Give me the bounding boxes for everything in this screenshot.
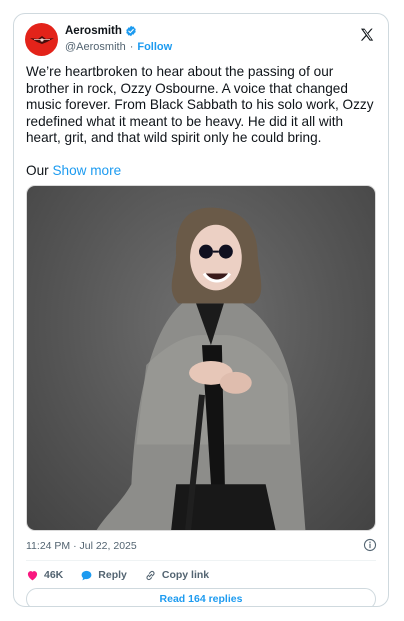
copy-link-label: Copy link: [161, 569, 210, 581]
separator-dot: ·: [129, 41, 134, 53]
verified-badge-icon: [126, 25, 136, 37]
reply-bubble-icon: [81, 570, 92, 580]
author-handle[interactable]: @Aerosmith: [65, 41, 126, 53]
like-count: 46K: [44, 569, 64, 581]
tweet-card: Aerosmith @Aerosmith · Follow We’re hear…: [13, 13, 389, 607]
author-display-name[interactable]: Aerosmith: [65, 25, 122, 37]
tweet-body: We’re heartbroken to hear about the pass…: [26, 64, 374, 145]
copy-link-button[interactable]: Copy link: [144, 569, 209, 582]
tweet-photo[interactable]: [26, 185, 376, 531]
divider: [26, 560, 376, 561]
read-replies-button[interactable]: Read 164 replies: [26, 588, 376, 606]
link-icon: [146, 570, 155, 580]
truncated-text: Our: [26, 162, 53, 178]
like-button[interactable]: 46K: [26, 569, 63, 582]
reply-label: Reply: [98, 569, 127, 581]
reply-button[interactable]: Reply: [80, 569, 127, 582]
aerosmith-logo: [29, 35, 54, 44]
heart-icon: [27, 570, 38, 580]
avatar[interactable]: [25, 23, 58, 56]
follow-button[interactable]: Follow: [137, 41, 172, 53]
portrait-image: [96, 207, 306, 530]
x-logo-icon[interactable]: [359, 27, 375, 43]
tweet-header: Aerosmith @Aerosmith · Follow: [25, 23, 377, 59]
tweet-actions: 46K Reply Copy link: [26, 567, 226, 583]
info-icon[interactable]: [363, 538, 377, 552]
tweet-text: We’re heartbroken to hear about the pass…: [26, 64, 378, 179]
tweet-timestamp[interactable]: 11:24 PM · Jul 22, 2025: [26, 540, 137, 552]
show-more-link[interactable]: Show more: [52, 163, 121, 178]
